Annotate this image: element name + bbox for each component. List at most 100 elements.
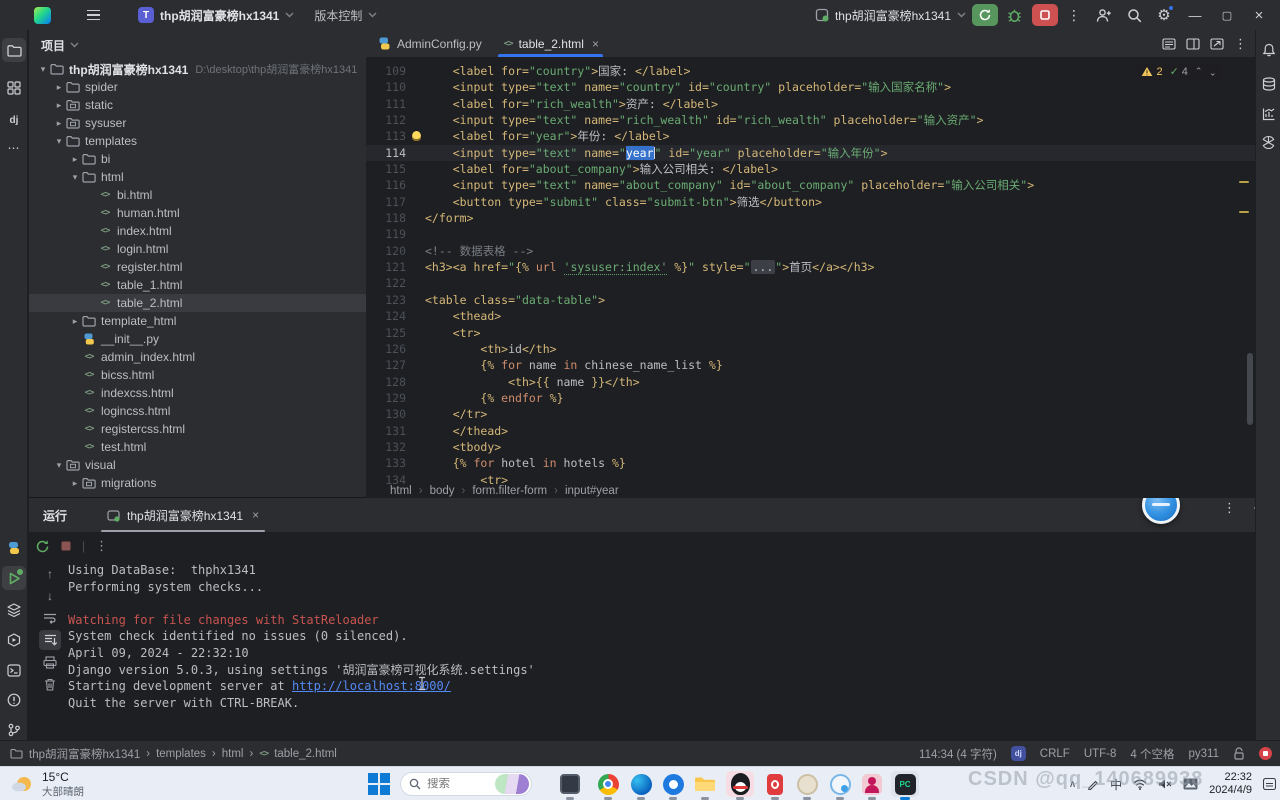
tab-adminconfig-py[interactable]: AdminConfig.py xyxy=(366,30,492,57)
tree-item[interactable]: ▸migrations xyxy=(29,474,366,492)
run-panel-kebab[interactable]: ⋮ xyxy=(1223,500,1236,516)
django-icon[interactable]: dj xyxy=(1011,746,1026,761)
prev-problem-icon[interactable]: ⌃ xyxy=(1195,66,1203,77)
taskbar-clock[interactable]: 22:32 2024/4/9 xyxy=(1209,771,1252,797)
tool-more-button[interactable]: ⋯ xyxy=(2,136,26,160)
code-line[interactable]: 132 <tbody> xyxy=(366,439,1255,455)
code-line[interactable]: 129 {% endfor %} xyxy=(366,390,1255,406)
line-separator[interactable]: CRLF xyxy=(1040,748,1070,760)
editor-scrollbar-thumb[interactable] xyxy=(1247,353,1253,425)
taskbar-app-chrome[interactable] xyxy=(594,771,622,797)
vcs-widget[interactable]: 版本控制 xyxy=(307,3,384,27)
tool-django-structure-button[interactable]: dj xyxy=(2,108,26,132)
taskbar-app-qq[interactable] xyxy=(726,771,754,797)
soft-wrap-icon[interactable] xyxy=(39,608,61,628)
close-tab-icon[interactable]: × xyxy=(592,37,599,51)
tool-services-button[interactable] xyxy=(2,598,26,622)
scroll-to-end-icon[interactable] xyxy=(39,630,61,650)
tool-vcs-button[interactable] xyxy=(2,718,26,742)
code-line[interactable]: 119 xyxy=(366,226,1255,242)
tree-item[interactable]: ▸static xyxy=(29,96,366,114)
print-icon[interactable] xyxy=(39,652,61,672)
code-line[interactable]: 112 <input type="text" name="rich_wealth… xyxy=(366,112,1255,128)
tree-item[interactable]: <>table_1.html xyxy=(29,276,366,294)
weather-widget[interactable]: 15°C 大部晴朗 xyxy=(10,770,84,799)
code-line[interactable]: 133 {% for hotel in hotels %} xyxy=(366,455,1255,471)
tree-item[interactable]: ▸bi xyxy=(29,150,366,168)
project-panel-header[interactable]: 项目 xyxy=(29,30,366,60)
taskbar-app-beige[interactable] xyxy=(793,771,821,797)
split-editor-icon[interactable] xyxy=(1186,38,1200,50)
chevron-right-icon[interactable]: ▸ xyxy=(53,82,65,93)
more-actions-button[interactable]: ⋮ xyxy=(1060,2,1088,28)
tool-terminal-button[interactable] xyxy=(2,658,26,682)
code-line[interactable]: 118</form> xyxy=(366,210,1255,226)
search-highlight-image[interactable] xyxy=(495,774,529,794)
detach-editor-icon[interactable] xyxy=(1210,38,1224,50)
tool-project-button[interactable] xyxy=(2,38,26,62)
taskbar-app-messenger[interactable] xyxy=(659,771,687,797)
notification-icon[interactable] xyxy=(1263,778,1276,790)
tree-item[interactable]: <>register.html xyxy=(29,258,366,276)
status-path[interactable]: thp胡润富豪榜hx1341› templates› html› <> tabl… xyxy=(10,746,337,762)
tab-table-2-html[interactable]: <> table_2.html × xyxy=(492,30,609,57)
taskbar-search[interactable] xyxy=(400,772,532,796)
tree-item[interactable]: ▾thp胡润富豪榜hx1341D:\desktop\thp胡润富豪榜hx1341 xyxy=(29,60,366,78)
status-path-item[interactable]: templates xyxy=(156,748,206,760)
status-path-item[interactable]: table_2.html xyxy=(274,748,337,760)
debug-button[interactable] xyxy=(1000,2,1028,28)
status-path-item[interactable]: html xyxy=(222,748,244,760)
code-line[interactable]: 115 <label for="about_company">输入公司相关: <… xyxy=(366,161,1255,177)
maximize-button[interactable]: ▢ xyxy=(1212,1,1242,29)
taskbar-app-music[interactable] xyxy=(761,771,789,797)
tree-item[interactable]: <>admin_index.html xyxy=(29,348,366,366)
tree-item[interactable]: __init__.py xyxy=(29,330,366,348)
lock-open-icon[interactable] xyxy=(1233,747,1245,760)
photo-icon[interactable] xyxy=(1183,778,1198,790)
ime-indicator[interactable]: 中 xyxy=(1110,776,1122,793)
tab-options-kebab[interactable]: ⋮ xyxy=(1234,36,1247,52)
code-line[interactable]: 111 <label for="rich_wealth">资产: </label… xyxy=(366,96,1255,112)
tool-structure-button[interactable] xyxy=(2,76,26,100)
code-line[interactable]: 124 <thead> xyxy=(366,308,1255,324)
tree-item[interactable]: ▸sysuser xyxy=(29,114,366,132)
caret-position[interactable]: 114:34 (4 字符) xyxy=(919,746,997,762)
code-line[interactable]: 127 {% for name in chinese_name_list %} xyxy=(366,357,1255,373)
tree-item[interactable]: <>test.html xyxy=(29,438,366,456)
search-input[interactable] xyxy=(427,778,489,790)
code-line[interactable]: 128 <th>{{ name }}</th> xyxy=(366,374,1255,390)
chevron-right-icon[interactable]: ▸ xyxy=(69,316,81,327)
next-problem-icon[interactable]: ⌃ xyxy=(1209,66,1217,77)
main-menu-button[interactable] xyxy=(83,5,103,25)
chevron-right-icon[interactable]: ▸ xyxy=(53,100,65,111)
tree-item[interactable]: <>logincss.html xyxy=(29,402,366,420)
chevron-right-icon[interactable]: ▸ xyxy=(69,154,81,165)
pen-icon[interactable] xyxy=(1087,778,1099,790)
rerun-button[interactable] xyxy=(972,4,998,26)
notifications-button[interactable] xyxy=(1257,38,1280,62)
code-line[interactable]: 131 </thead> xyxy=(366,423,1255,439)
layout-list-icon[interactable] xyxy=(1162,38,1176,50)
file-encoding[interactable]: UTF-8 xyxy=(1084,748,1117,760)
tool-problems-button[interactable] xyxy=(2,688,26,712)
code-line[interactable]: 110 <input type="text" name="country" id… xyxy=(366,79,1255,95)
breadcrumb-item[interactable]: body xyxy=(430,485,455,497)
taskbar-app-browser[interactable] xyxy=(826,771,854,797)
settings-button[interactable]: ⚙ xyxy=(1150,2,1178,28)
code-line[interactable]: 109 <label for="country">国家: </label> xyxy=(366,63,1255,79)
chevron-right-icon[interactable]: ▸ xyxy=(69,478,81,489)
tree-item[interactable]: ▾visual xyxy=(29,456,366,474)
close-run-tab-icon[interactable]: × xyxy=(252,508,259,522)
tree-item[interactable]: ▸template_html xyxy=(29,312,366,330)
close-button[interactable]: × xyxy=(1244,1,1274,29)
volume-muted-icon[interactable] xyxy=(1158,778,1172,790)
clear-console-icon[interactable] xyxy=(39,674,61,694)
tool-python-console-button[interactable] xyxy=(2,628,26,652)
code-line[interactable]: 123<table class="data-table"> xyxy=(366,292,1255,308)
code-line[interactable]: 120<!-- 数据表格 --> xyxy=(366,243,1255,259)
stop-button[interactable] xyxy=(1032,4,1058,26)
run-options-kebab[interactable]: ⋮ xyxy=(95,538,108,554)
scroll-down-icon[interactable]: ↓ xyxy=(39,586,61,606)
rerun-icon[interactable] xyxy=(35,539,50,554)
project-widget[interactable]: T thp胡润富豪榜hx1341 xyxy=(131,3,301,27)
